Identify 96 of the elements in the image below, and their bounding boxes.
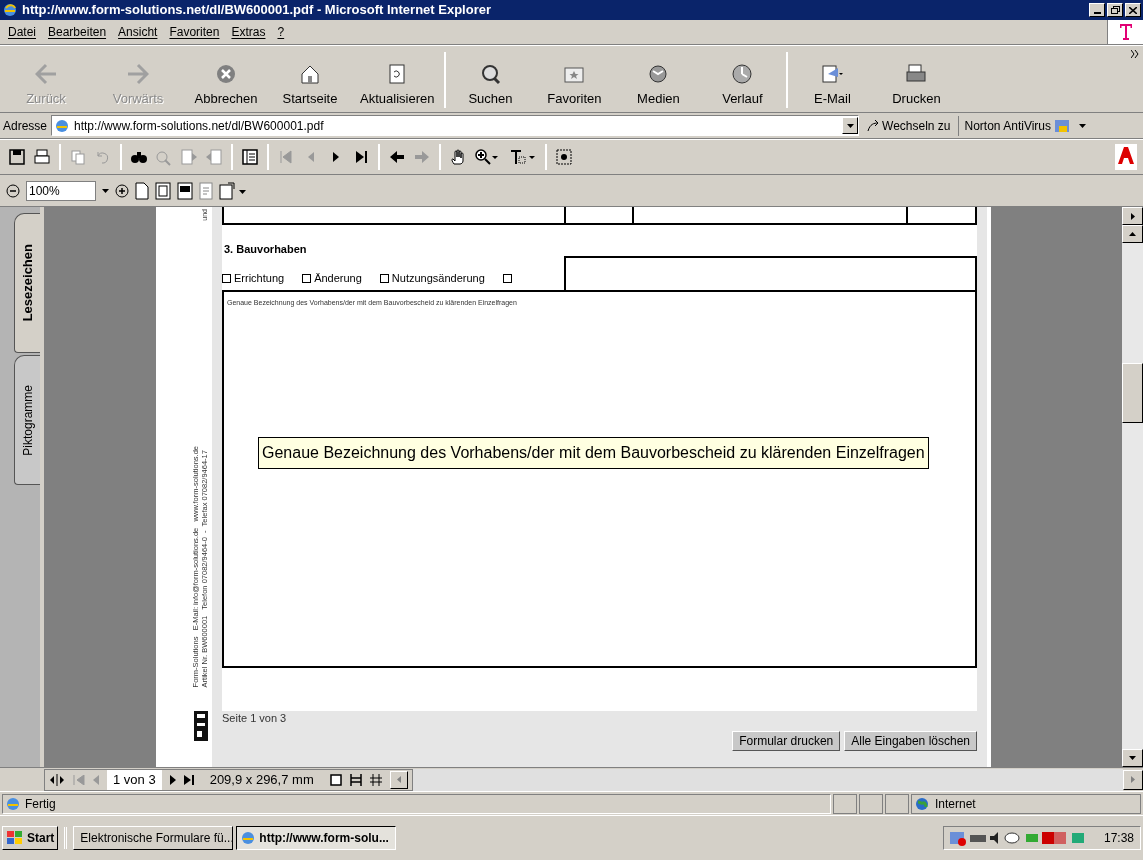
address-label: Adresse [3, 117, 48, 135]
chevron-icon[interactable] [1131, 50, 1139, 58]
minimize-icon [1093, 12, 1101, 14]
scroll-down-button[interactable] [1122, 749, 1143, 767]
browser-logo-icon [2, 2, 18, 18]
home-button[interactable]: Startseite [268, 62, 352, 108]
start-button[interactable]: Start [2, 826, 59, 850]
actual-size-icon[interactable] [135, 181, 149, 200]
stop-icon [215, 62, 237, 85]
minimize-button[interactable] [1089, 3, 1105, 17]
go-button[interactable]: Wechseln zu [863, 116, 954, 135]
form-button[interactable]: Formular drucken [732, 731, 841, 751]
checkbox[interactable] [502, 273, 512, 283]
section-heading: 3. Bauvorhaben [223, 242, 308, 257]
zoom-out-icon[interactable] [6, 183, 20, 198]
hand-icon[interactable] [449, 148, 467, 166]
right-arrow-icon [1131, 776, 1135, 783]
norton-antivirus-button[interactable]: Norton AntiVirus [962, 116, 1088, 135]
windows-logo-icon [6, 830, 24, 846]
print-icon[interactable] [33, 148, 51, 166]
status-panel [833, 793, 857, 814]
fit-width-icon[interactable] [177, 181, 193, 200]
scroll-right-button[interactable] [1123, 769, 1143, 790]
checkbox-label: Nutzungsänderung [391, 271, 485, 286]
print-icon [905, 62, 928, 85]
stop-button[interactable]: Abbrechen [184, 62, 268, 108]
adobe-logo-icon [1115, 144, 1137, 170]
previous-result-icon[interactable] [180, 148, 198, 166]
zoom-in-icon[interactable] [115, 183, 129, 198]
media-button[interactable]: Medien [616, 62, 701, 108]
window-title: http://www.form-solutions.net/dl/BW600001.pdf - Microsoft Internet Explorer [22, 1, 492, 20]
checkbox-label: Änderung [314, 271, 362, 286]
restore-icon [1110, 6, 1120, 14]
fit-page-icon[interactable] [155, 181, 171, 200]
menu-item[interactable]: Favoriten [163, 21, 226, 43]
search-icon [479, 62, 502, 85]
search-button[interactable]: Suchen [448, 62, 533, 108]
address-field[interactable]: http://www.form-solutions.net/dl/BW600001.pdf [51, 115, 860, 136]
history-button[interactable]: Verlauf [700, 62, 785, 108]
snapshot-icon[interactable] [555, 148, 573, 166]
text-select-icon[interactable] [509, 148, 537, 166]
history-icon [731, 62, 754, 85]
right-arrow-icon [1130, 212, 1135, 220]
close-button[interactable] [1125, 3, 1141, 17]
globe-icon [915, 796, 929, 811]
menu-item[interactable]: Ansicht [112, 21, 164, 43]
browser-logo-icon [240, 830, 257, 846]
other-input-field[interactable] [564, 255, 977, 290]
favorites-button[interactable]: Favoriten [532, 62, 617, 108]
back-icon [35, 62, 57, 85]
zoom-field[interactable]: 100% [26, 180, 96, 201]
scroll-thumb[interactable] [1122, 363, 1143, 423]
checkbox[interactable] [379, 273, 389, 283]
page-icon [54, 117, 71, 134]
taskbar-button[interactable]: Elektronische Formulare fü... [73, 826, 234, 850]
checkbox-label: Errichtung [234, 271, 285, 286]
maximize-button[interactable] [1107, 3, 1123, 17]
security-zone-text: Internet [935, 795, 976, 813]
menu-item[interactable]: Extras [225, 21, 272, 43]
checkbox[interactable] [302, 273, 312, 283]
side-tab[interactable]: Lesezeichen [14, 213, 40, 353]
page-footer: Seite 1 von 3 [222, 711, 977, 725]
refresh-button[interactable]: Aktualisieren [352, 62, 443, 108]
next-result-icon[interactable] [205, 148, 223, 166]
mail-button[interactable]: E-Mail [790, 62, 875, 108]
dropdown-arrow-icon[interactable] [102, 188, 109, 193]
dropdown-arrow-icon [846, 123, 854, 128]
media-icon [647, 62, 670, 85]
scroll-up-button[interactable] [1122, 225, 1143, 243]
mail-icon [821, 62, 844, 85]
dropdown-arrow-icon [1079, 123, 1086, 128]
clock: 17:38 [1103, 830, 1134, 847]
status-panel [859, 793, 883, 814]
forward-icon [127, 62, 149, 85]
save-icon[interactable] [8, 148, 26, 166]
menu-item[interactable]: Bearbeiten [42, 21, 113, 43]
checkbox[interactable] [222, 273, 231, 283]
up-arrow-icon [1129, 232, 1136, 236]
taskbar-button[interactable]: http://www.form-solu... [236, 826, 397, 850]
down-arrow-icon [1129, 756, 1136, 760]
side-tab[interactable]: Piktogramme [14, 355, 40, 485]
print-button[interactable]: Drucken [874, 62, 959, 108]
show-pane-icon[interactable] [241, 148, 259, 166]
page-icon [5, 795, 21, 812]
go-arrow-icon [866, 118, 881, 133]
close-icon [1129, 6, 1137, 14]
status-text: Fertig [25, 795, 56, 813]
menu-item[interactable]: ? [271, 21, 291, 43]
tooltip: Genaue Bezeichnung des Vorhabens/der mit dem Bauvorbescheid zu klärenden Einzelfragen [258, 437, 929, 469]
status-panel [885, 793, 909, 814]
scroll-right-button[interactable] [1122, 207, 1143, 225]
vertical-scrollbar[interactable] [1122, 207, 1143, 767]
rotate-page-icon[interactable] [219, 181, 247, 200]
menu-item[interactable]: Datei [2, 21, 42, 43]
form-button[interactable]: Alle Eingaben löschen [844, 731, 977, 751]
go-back-icon[interactable] [388, 148, 406, 166]
